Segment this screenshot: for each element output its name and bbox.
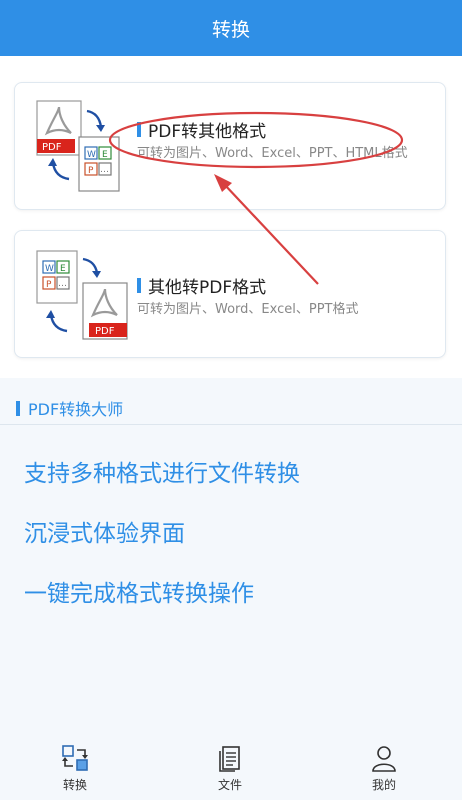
pdf-badge-label: PDF	[95, 326, 115, 337]
tab-files[interactable]: 文件	[195, 744, 265, 793]
other-to-pdf-icon: W E P … PDF	[36, 250, 128, 340]
section-title: PDF转换大师	[16, 396, 123, 420]
svg-text:W: W	[87, 150, 96, 160]
svg-text:P: P	[46, 280, 52, 290]
feature-item: 支持多种格式进行文件转换	[24, 461, 300, 487]
cards-area: PDF W E P … PDF转其他格式 可转为图片、Word、Excel、PP…	[0, 56, 462, 378]
tab-label: 转换	[62, 778, 87, 792]
pdf-badge-label: PDF	[42, 142, 62, 153]
tab-convert[interactable]: 转换	[40, 744, 110, 793]
svg-text:P: P	[88, 166, 94, 176]
page-title: 转换	[211, 18, 250, 41]
card-description: 可转为图片、Word、Excel、PPT格式	[137, 302, 359, 317]
card-title: 其他转PDF格式	[137, 273, 266, 298]
card-title-text: PDF转其他格式	[148, 122, 267, 142]
file-icon	[219, 746, 240, 772]
svg-text:…: …	[58, 279, 67, 289]
convert-icon	[62, 745, 88, 771]
svg-text:E: E	[102, 150, 108, 160]
app-header: 转换	[0, 0, 462, 56]
tab-label: 文件	[217, 778, 242, 792]
bottom-tab-bar: 转换 文件 我的	[0, 736, 462, 800]
section-accent-bar	[16, 400, 20, 416]
section-divider	[0, 424, 462, 425]
tab-label: 我的	[371, 778, 396, 792]
card-title-text: 其他转PDF格式	[148, 278, 267, 298]
user-icon	[372, 746, 396, 772]
other-to-pdf-card[interactable]: W E P … PDF 其他转PDF格式 可转为图片、Word、Excel、PP…	[14, 230, 446, 358]
title-accent-bar	[137, 278, 141, 293]
svg-text:W: W	[45, 264, 54, 274]
pdf-to-other-icon: PDF W E P …	[36, 100, 120, 192]
svg-text:E: E	[60, 264, 66, 274]
svg-text:…: …	[100, 165, 109, 175]
title-accent-bar	[137, 122, 141, 137]
section-title-text: PDF转换大师	[28, 400, 124, 419]
feature-item: 沉浸式体验界面	[24, 521, 185, 547]
card-title: PDF转其他格式	[137, 117, 266, 142]
tab-mine[interactable]: 我的	[349, 744, 419, 793]
pdf-to-other-card[interactable]: PDF W E P … PDF转其他格式 可转为图片、Word、Excel、PP…	[14, 82, 446, 210]
feature-item: 一键完成格式转换操作	[24, 581, 254, 607]
card-description: 可转为图片、Word、Excel、PPT、HTML格式	[137, 146, 408, 161]
